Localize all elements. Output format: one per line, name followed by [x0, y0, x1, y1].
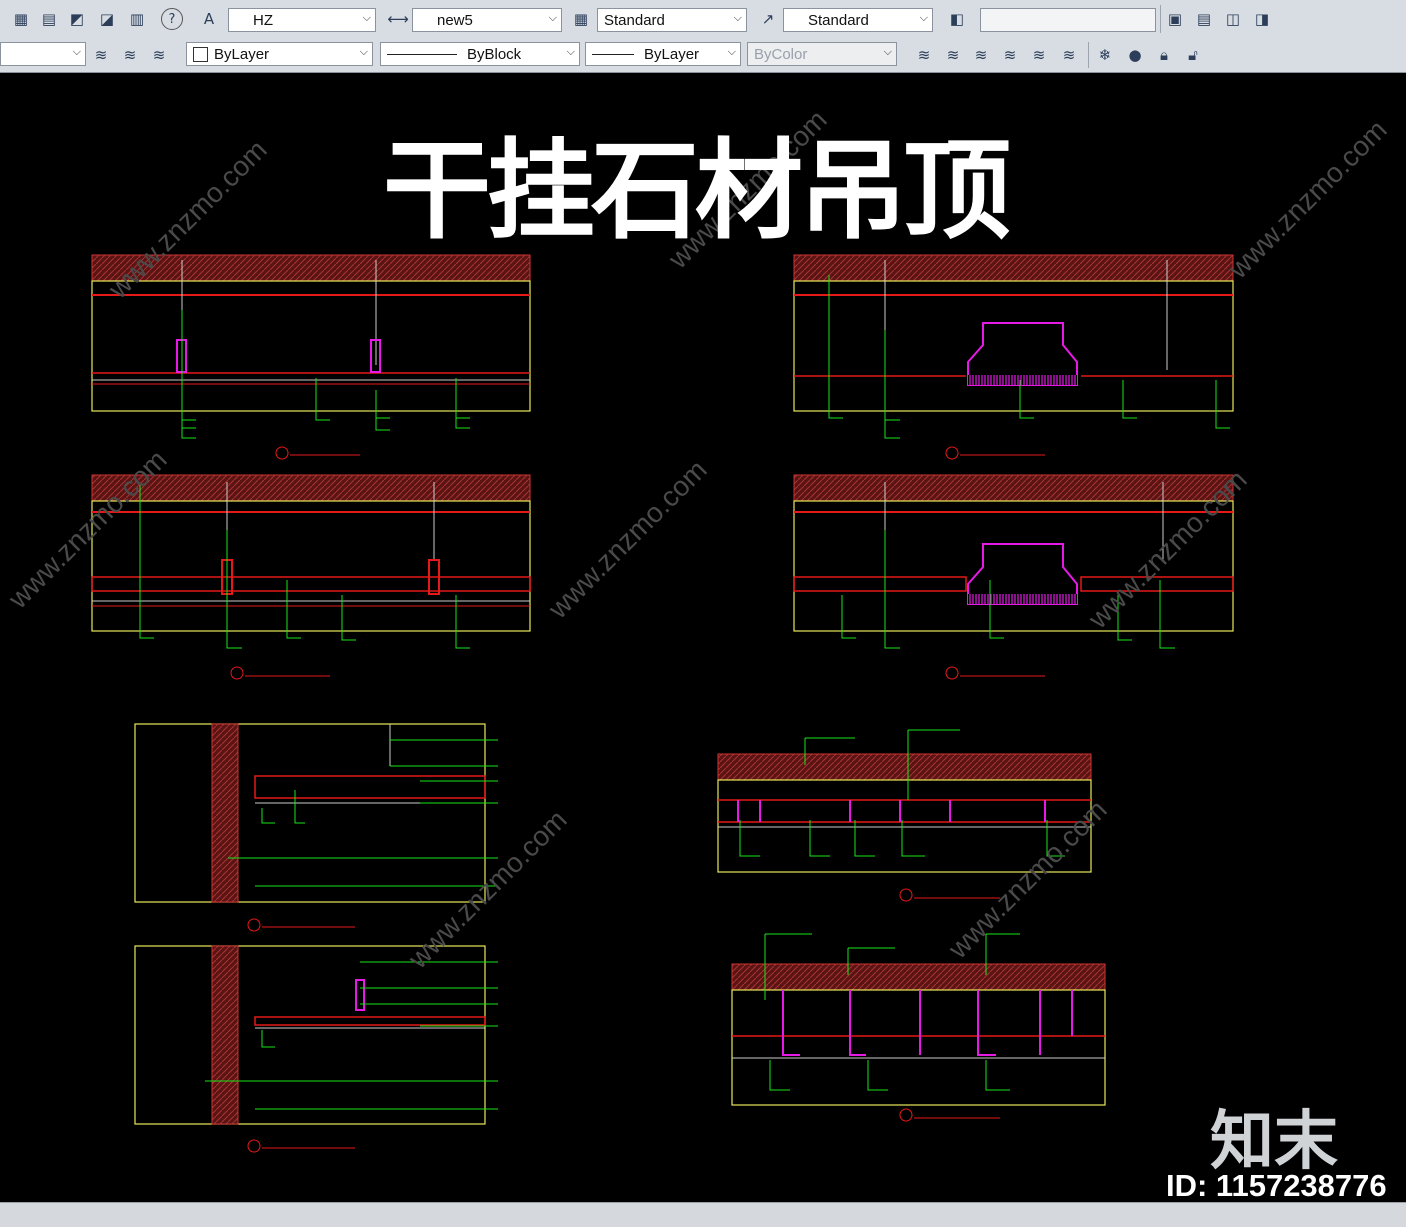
layer-match-icon[interactable]: ≋: [913, 44, 935, 66]
table-style-value: Standard: [604, 11, 665, 29]
make-current-layer-icon[interactable]: ≋: [119, 44, 141, 66]
layer-on-icon[interactable]: ●: [1124, 44, 1146, 66]
detail-section-top-left: [91, 254, 531, 460]
layer-freeze-viewport-icon[interactable]: ❄: [1094, 44, 1116, 66]
watermark-text: www.znzmo.com: [942, 794, 1113, 965]
detail-section-top-right: [793, 254, 1234, 460]
new-viewport-icon[interactable]: ▣: [1164, 8, 1186, 30]
plot-style-select[interactable]: ByColor ⌵: [747, 42, 897, 66]
linetype-value: ByBlock: [467, 45, 522, 63]
layer-change-icon[interactable]: ≋: [942, 44, 964, 66]
text-style-select[interactable]: HZ ⌵: [228, 8, 376, 32]
detail-section-middle-left: [91, 474, 531, 680]
text-style-value: HZ: [253, 11, 273, 29]
calculator-icon[interactable]: ▥: [126, 8, 148, 30]
linetype-preview: [387, 53, 457, 55]
plot-style-value: ByColor: [754, 45, 808, 63]
properties-icon[interactable]: ▦: [10, 8, 32, 30]
lineweight-value: ByLayer: [644, 45, 700, 63]
linetype-select[interactable]: ByBlock ⌵: [380, 42, 580, 66]
toolbar-row-1: ▦ ▤ ◩ ◪ ▥ ? A HZ ⌵ ⟷ new5 ⌵ ▦ Standard ⌵ ↗ …: [0, 0, 1406, 39]
lineweight-preview: [592, 53, 634, 55]
watermark-text: www.znzmo.com: [402, 804, 573, 975]
layer-unisolate-icon[interactable]: ≋: [999, 44, 1021, 66]
chevron-down-icon: ⌵: [883, 46, 892, 58]
watermark-text: www.znzmo.com: [542, 454, 713, 625]
table-style-icon[interactable]: ▦: [570, 8, 592, 30]
viewport-layout-icon[interactable]: ▤: [1193, 8, 1215, 30]
chevron-down-icon: ⌵: [72, 46, 81, 58]
chevron-down-icon: ⌵: [566, 46, 575, 58]
sheet-set-icon[interactable]: ◪: [96, 8, 118, 30]
layer-previous-icon[interactable]: ≋: [148, 44, 170, 66]
layer-off-icon[interactable]: ≋: [1058, 44, 1080, 66]
color-value: ByLayer: [214, 45, 270, 63]
toolbar-row-2: ⌵ ≋ ≋ ≋ ByLayer ⌵ ByBlock ⌵ ByLayer ⌵ ByCol…: [0, 38, 1406, 73]
chevron-down-icon: ⌵: [548, 12, 557, 24]
viewport-clip-icon[interactable]: ◨: [1251, 8, 1273, 30]
drawing-title: 干挂石材吊顶: [383, 129, 1011, 254]
watermark-text: www.znzmo.com: [2, 444, 173, 615]
toolbar-separator: [1160, 5, 1161, 33]
toolbar-separator: [1088, 42, 1089, 68]
zoom-window-icon[interactable]: ◫: [1222, 8, 1244, 30]
status-bar: [0, 1202, 1406, 1227]
layer-freeze-icon[interactable]: ≋: [1028, 44, 1050, 66]
dim-style-value: new5: [437, 11, 473, 29]
color-select[interactable]: ByLayer ⌵: [186, 42, 373, 66]
edge-detail-lower: [134, 945, 498, 1153]
multileader-style-icon[interactable]: ↗: [757, 8, 779, 30]
table-style-select[interactable]: Standard ⌵: [597, 8, 747, 32]
lineweight-select[interactable]: ByLayer ⌵: [585, 42, 741, 66]
edge-detail-upper: [134, 723, 498, 932]
layer-lock-icon[interactable]: 🔒︎: [1153, 44, 1175, 66]
command-search-input[interactable]: [980, 8, 1156, 32]
text-style-icon[interactable]: A: [198, 8, 220, 30]
dim-style-select[interactable]: new5 ⌵: [412, 8, 562, 32]
detail-section-middle-right: [793, 474, 1234, 680]
tool-palettes-icon[interactable]: ◩: [66, 8, 88, 30]
detail-section-lower-right-2: [731, 933, 1106, 1122]
layer-isolate-icon[interactable]: ≋: [970, 44, 992, 66]
help-icon[interactable]: ?: [161, 8, 183, 30]
chevron-down-icon: ⌵: [919, 12, 928, 24]
chevron-down-icon: ⌵: [359, 46, 368, 58]
chevron-down-icon: ⌵: [727, 46, 736, 58]
chevron-down-icon: ⌵: [362, 12, 371, 24]
chevron-down-icon: ⌵: [733, 12, 742, 24]
layer-select[interactable]: ⌵: [0, 42, 86, 66]
layer-unlock-icon[interactable]: 🔓︎: [1182, 44, 1204, 66]
design-center-icon[interactable]: ▤: [38, 8, 60, 30]
layer-state-icon[interactable]: ≋: [90, 44, 112, 66]
multileader-style-value: Standard: [808, 11, 869, 29]
layer-manager-icon[interactable]: ◧: [946, 8, 968, 30]
id-watermark: ID: 1157238776: [1166, 1168, 1387, 1203]
watermark-text: www.znzmo.com: [1222, 114, 1393, 285]
multileader-style-select[interactable]: Standard ⌵: [783, 8, 933, 32]
color-swatch: [193, 46, 208, 62]
dim-style-icon[interactable]: ⟷: [387, 8, 409, 30]
